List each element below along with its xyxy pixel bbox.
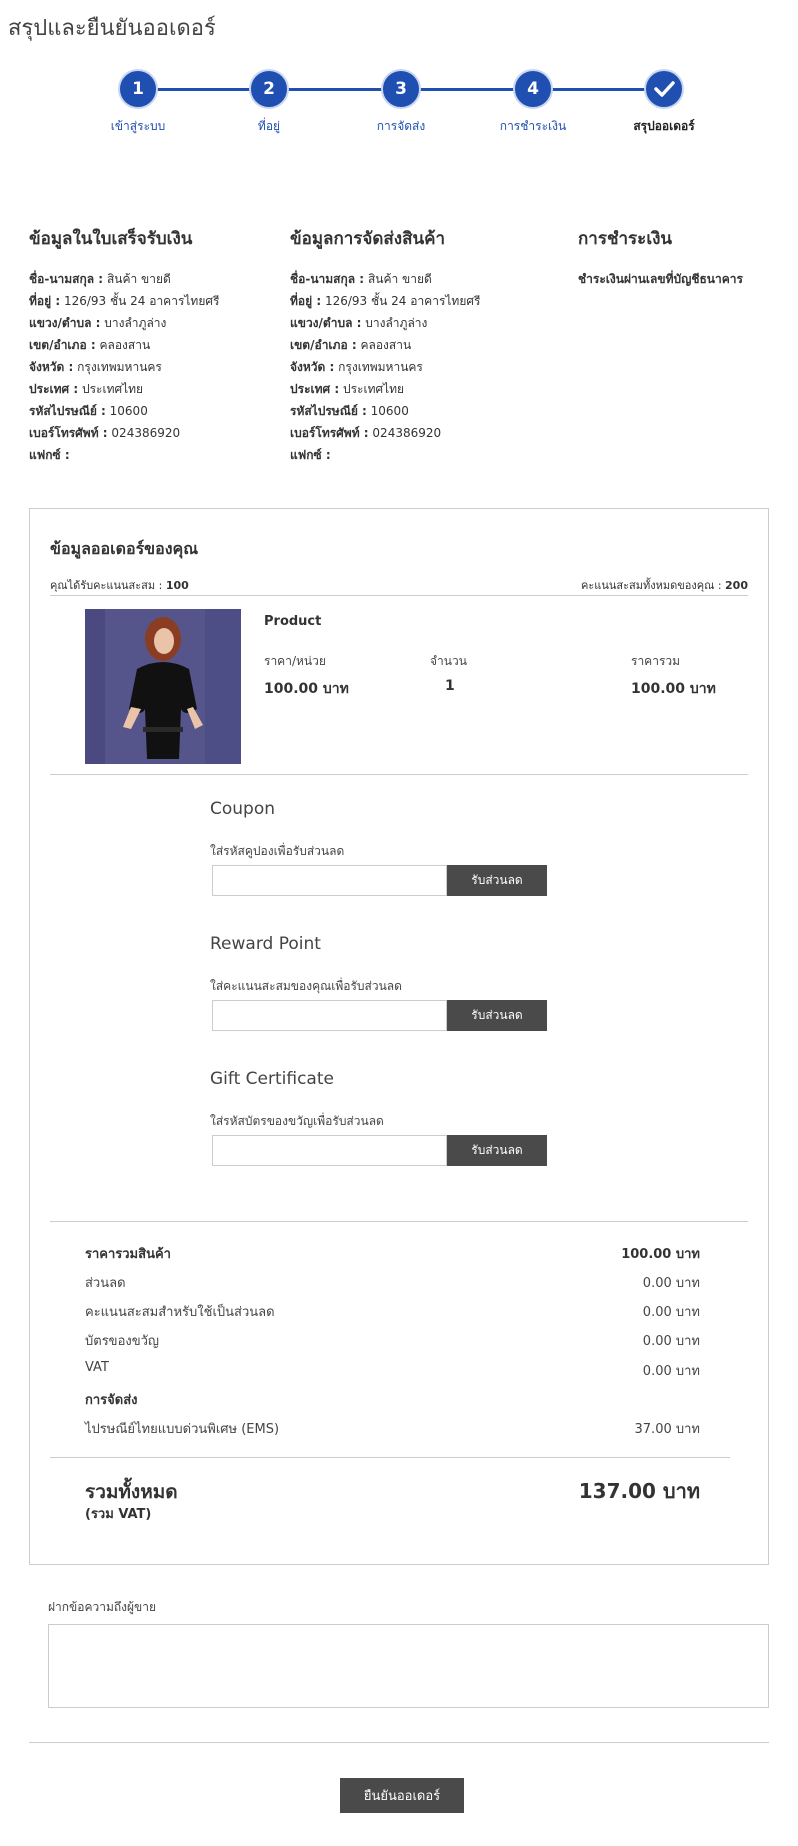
quantity-label: จำนวน <box>430 654 467 668</box>
order-summary-box: ข้อมูลออเดอร์ของคุณ คุณได้รับคะแนนสะสม :… <box>29 508 769 1565</box>
shipping-line: ชื่อ-นามสกุล : สินค้า ขายดี <box>290 272 432 286</box>
payment-method: ชำระเงินผ่านเลขที่บัญชีธนาคาร <box>578 272 743 286</box>
step-login[interactable]: 1 เข้าสู่ระบบ <box>83 69 193 136</box>
shipping-line: เบอร์โทรศัพท์ : 024386920 <box>290 426 442 440</box>
billing-line: เขต/อำเภอ : คลองสาน <box>29 338 151 352</box>
unit-price: 100.00 บาท <box>264 681 349 697</box>
product-image <box>85 609 241 764</box>
summary-label: คะแนนสะสมสำหรับใช้เป็นส่วนลด <box>85 1305 275 1320</box>
billing-line: แขวง/ตำบล : บางลำภูล่าง <box>29 316 167 330</box>
summary-value: 0.00 บาท <box>642 1305 700 1320</box>
summary-value: 0.00 บาท <box>642 1276 700 1291</box>
payment-info: การชำระเงิน ชำระเงินผ่านเลขที่บัญชีธนาคา… <box>578 225 743 290</box>
coupon-label: ใส่รหัสคูปองเพื่อรับส่วนลด <box>210 844 345 858</box>
billing-heading: ข้อมูลในใบเสร็จรับเงิน <box>29 229 193 249</box>
reward-label: ใส่คะแนนสะสมของคุณเพื่อรับส่วนลด <box>210 979 402 993</box>
payment-heading: การชำระเงิน <box>578 229 673 249</box>
billing-line: ประเทศ : ประเทศไทย <box>29 382 144 396</box>
step-payment[interactable]: 4 การชำระเงิน <box>478 69 588 136</box>
step-address[interactable]: 2 ที่อยู่ <box>214 69 324 136</box>
summary-label: ส่วนลด <box>85 1276 126 1291</box>
summary-value: 0.00 บาท <box>642 1334 700 1349</box>
coupon-apply-button[interactable]: รับส่วนลด <box>447 865 547 896</box>
checkmark-icon <box>644 69 684 109</box>
grand-total-value: 137.00 บาท <box>578 1479 700 1503</box>
grand-total-subtitle: (รวม VAT) <box>85 1507 152 1522</box>
reward-title: Reward Point <box>210 934 321 954</box>
gift-title: Gift Certificate <box>210 1069 334 1089</box>
step-label: ที่อยู่ <box>257 119 281 133</box>
step-shipping[interactable]: 3 การจัดส่ง <box>346 69 456 136</box>
shipping-heading: ข้อมูลการจัดส่งสินค้า <box>290 229 446 249</box>
summary-value: 0.00 บาท <box>642 1364 700 1379</box>
gift-input[interactable] <box>212 1135 447 1166</box>
divider <box>50 1457 730 1458</box>
summary-value: 37.00 บาท <box>634 1422 700 1437</box>
divider <box>50 1221 748 1222</box>
reward-input[interactable] <box>212 1000 447 1031</box>
summary-label: บัตรของขวัญ <box>85 1334 159 1349</box>
step-summary: สรุปออเดอร์ <box>609 69 719 136</box>
order-title: ข้อมูลออเดอร์ของคุณ <box>50 539 199 558</box>
step-number: 1 <box>118 69 158 109</box>
shipping-line: แฟกซ์ : <box>290 448 331 462</box>
reward-apply-button[interactable]: รับส่วนลด <box>447 1000 547 1031</box>
billing-line: ชื่อ-นามสกุล : สินค้า ขายดี <box>29 272 171 286</box>
quantity: 1 <box>445 678 455 694</box>
checkout-stepper: 1 เข้าสู่ระบบ 2 ที่อยู่ 3 การจัดส่ง 4 กา… <box>0 69 798 140</box>
billing-line: เบอร์โทรศัพท์ : 024386920 <box>29 426 181 440</box>
shipping-line: ที่อยู่ : 126/93 ชั้น 24 อาคารไทยศรี <box>290 294 481 308</box>
divider <box>50 595 748 596</box>
note-textarea[interactable] <box>48 1624 769 1708</box>
shipping-line: จังหวัด : กรุงเทพมหานคร <box>290 360 423 374</box>
billing-line: รหัสไปรษณีย์ : 10600 <box>29 404 148 418</box>
points-earned: คุณได้รับคะแนนสะสม : 100 <box>50 579 189 592</box>
confirm-order-button[interactable]: ยืนยันออเดอร์ <box>340 1778 464 1813</box>
divider <box>29 1742 769 1743</box>
step-label: การชำระเงิน <box>499 119 567 133</box>
points-total: คะแนนสะสมทั้งหมดของคุณ : 200 <box>581 579 748 592</box>
step-number: 2 <box>249 69 289 109</box>
page-title: สรุปและยืนยันออเดอร์ <box>8 16 216 41</box>
coupon-input[interactable] <box>212 865 447 896</box>
subtotal-label: ราคารวม <box>631 654 681 668</box>
summary-label: การจัดส่ง <box>85 1393 138 1408</box>
unit-price-label: ราคา/หน่วย <box>264 654 326 668</box>
summary-value: 100.00 บาท <box>621 1247 700 1262</box>
coupon-title: Coupon <box>210 799 276 819</box>
billing-line: ที่อยู่ : 126/93 ชั้น 24 อาคารไทยศรี <box>29 294 220 308</box>
shipping-line: แขวง/ตำบล : บางลำภูล่าง <box>290 316 428 330</box>
note-label: ฝากข้อความถึงผู้ขาย <box>48 1600 156 1614</box>
step-label: เข้าสู่ระบบ <box>110 119 166 133</box>
shipping-line: เขต/อำเภอ : คลองสาน <box>290 338 412 352</box>
shipping-line: ประเทศ : ประเทศไทย <box>290 382 405 396</box>
gift-label: ใส่รหัสบัตรของขวัญเพื่อรับส่วนลด <box>210 1114 384 1128</box>
summary-label: VAT <box>85 1360 109 1375</box>
subtotal: 100.00 บาท <box>631 681 716 697</box>
step-number: 4 <box>513 69 553 109</box>
billing-line: จังหวัด : กรุงเทพมหานคร <box>29 360 162 374</box>
gift-apply-button[interactable]: รับส่วนลด <box>447 1135 547 1166</box>
billing-line: แฟกซ์ : <box>29 448 70 462</box>
divider <box>50 774 748 775</box>
summary-label: ไปรษณีย์ไทยแบบด่วนพิเศษ (EMS) <box>85 1422 280 1437</box>
step-label: สรุปออเดอร์ <box>633 119 695 133</box>
billing-info: ข้อมูลในใบเสร็จรับเงิน ชื่อ-นามสกุล : สิ… <box>29 225 219 466</box>
product-name: Product <box>264 614 322 629</box>
summary-label: ราคารวมสินค้า <box>85 1247 171 1262</box>
shipping-info: ข้อมูลการจัดส่งสินค้า ชื่อ-นามสกุล : สิน… <box>290 225 480 466</box>
step-label: การจัดส่ง <box>376 119 426 133</box>
shipping-line: รหัสไปรษณีย์ : 10600 <box>290 404 409 418</box>
step-number: 3 <box>381 69 421 109</box>
